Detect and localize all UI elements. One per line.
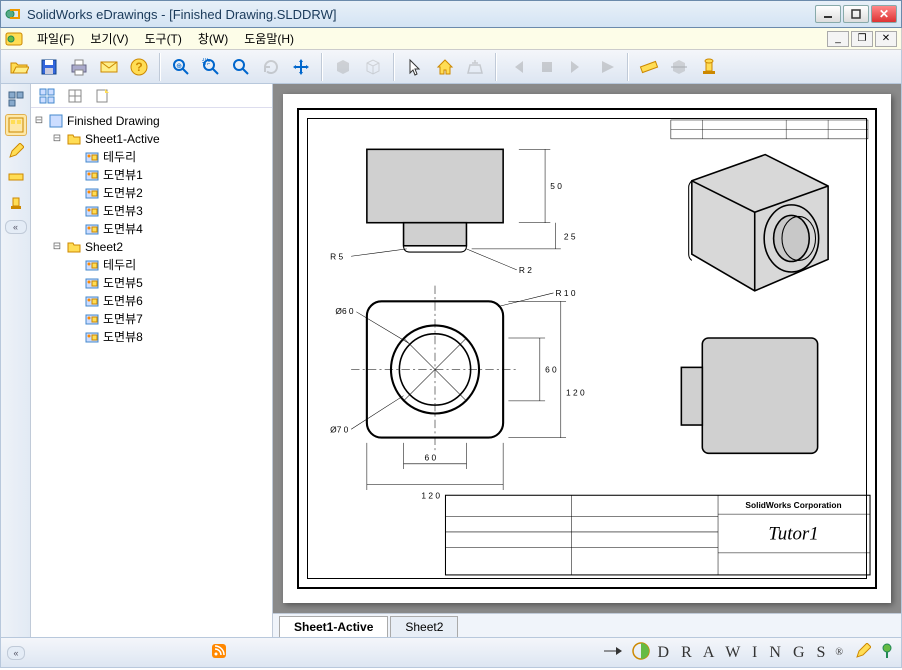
- tree-sheet2[interactable]: ⊟ Sheet2: [51, 238, 270, 256]
- status-pencil-icon[interactable]: [855, 643, 871, 662]
- stamp-button[interactable]: [695, 53, 723, 81]
- view-icon: [84, 329, 100, 345]
- tab-sheet2[interactable]: Sheet2: [390, 616, 458, 637]
- stamp2-icon[interactable]: [5, 192, 27, 214]
- pan-button[interactable]: [287, 53, 315, 81]
- tree-item[interactable]: 테두리: [69, 148, 270, 166]
- select-button[interactable]: [401, 53, 429, 81]
- left-toolstrip: «: [1, 84, 31, 637]
- mass-button[interactable]: [461, 53, 489, 81]
- tree-sheet-icon[interactable]: [65, 86, 85, 106]
- folder-icon: [66, 239, 82, 255]
- minimize-button[interactable]: [815, 5, 841, 23]
- tree-toolbar: [31, 84, 272, 108]
- mdi-close-button[interactable]: ✕: [875, 31, 897, 47]
- tree-item[interactable]: 도면뷰2: [69, 184, 270, 202]
- last-button[interactable]: [563, 53, 591, 81]
- mail-button[interactable]: [95, 53, 123, 81]
- tree-item[interactable]: 도면뷰7: [69, 310, 270, 328]
- tree-new-icon[interactable]: [93, 86, 113, 106]
- twisty-icon[interactable]: ⊟: [33, 112, 45, 130]
- measure-button[interactable]: [635, 53, 663, 81]
- shaded-button[interactable]: [329, 53, 357, 81]
- collapse-strip-button[interactable]: «: [5, 220, 27, 234]
- view-icon: [84, 185, 100, 201]
- tab-sheet1[interactable]: Sheet1-Active: [279, 616, 388, 637]
- tree-item[interactable]: 테두리: [69, 256, 270, 274]
- canvas-area: 5 0 2 5 R 5 R 2: [273, 84, 901, 637]
- pencil-icon[interactable]: [5, 140, 27, 162]
- zoom-fit-button[interactable]: ⊕: [167, 53, 195, 81]
- zoom-button[interactable]: [227, 53, 255, 81]
- view-icon: [84, 293, 100, 309]
- rss-icon[interactable]: [212, 644, 226, 661]
- view-icon: [84, 167, 100, 183]
- view-icon: [84, 203, 100, 219]
- close-button[interactable]: ✕: [871, 5, 897, 23]
- drawing-icon: [48, 113, 64, 129]
- feature-tree: ⊟ Finished Drawing ⊟ Sheet1-Active 테두리도면…: [31, 108, 272, 637]
- tree-item[interactable]: 도면뷰3: [69, 202, 270, 220]
- brand-text: D R A W I N G S®: [658, 644, 847, 662]
- tree-view-icon[interactable]: [37, 86, 57, 106]
- arrow-icon: [604, 645, 624, 660]
- view-icon: [84, 275, 100, 291]
- components-icon[interactable]: [5, 88, 27, 110]
- view-icon: [84, 311, 100, 327]
- menu-file[interactable]: 파일(F): [29, 28, 82, 49]
- play-button[interactable]: [593, 53, 621, 81]
- main-area: « ⊟ Finished Drawing ⊟ Sheet1-Active 테두리…: [0, 84, 902, 638]
- brand-logo-icon: [632, 642, 650, 663]
- view-icon: [84, 257, 100, 273]
- drawing-viewport[interactable]: 5 0 2 5 R 5 R 2: [273, 84, 901, 613]
- wireframe-button[interactable]: [359, 53, 387, 81]
- view-icon: [84, 221, 100, 237]
- twisty-icon[interactable]: ⊟: [51, 130, 63, 148]
- maximize-button[interactable]: [843, 5, 869, 23]
- tree-root[interactable]: ⊟ Finished Drawing: [33, 112, 270, 130]
- menu-tools[interactable]: 도구(T): [136, 28, 189, 49]
- svg-text:⊕: ⊕: [176, 63, 182, 70]
- folder-icon: [66, 131, 82, 147]
- tree-item[interactable]: 도면뷰4: [69, 220, 270, 238]
- print-button[interactable]: [65, 53, 93, 81]
- status-expand-button[interactable]: «: [7, 646, 25, 660]
- ruler-icon[interactable]: [5, 166, 27, 188]
- help-button[interactable]: ?: [125, 53, 153, 81]
- svg-text:?: ?: [135, 60, 142, 74]
- sheet-tabs: Sheet1-Active Sheet2: [273, 613, 901, 637]
- first-button[interactable]: [503, 53, 531, 81]
- view-icon: [84, 149, 100, 165]
- section-button[interactable]: [665, 53, 693, 81]
- twisty-icon[interactable]: ⊟: [51, 238, 63, 256]
- tree-panel: ⊟ Finished Drawing ⊟ Sheet1-Active 테두리도면…: [31, 84, 273, 637]
- tree-item[interactable]: 도면뷰5: [69, 274, 270, 292]
- tree-item[interactable]: 도면뷰8: [69, 328, 270, 346]
- statusbar: « D R A W I N G S®: [0, 638, 902, 668]
- menu-view[interactable]: 보기(V): [82, 28, 136, 49]
- tree-sheet1[interactable]: ⊟ Sheet1-Active: [51, 130, 270, 148]
- menubar: 파일(F) 보기(V) 도구(T) 창(W) 도움말(H) _ ❐ ✕: [0, 28, 902, 50]
- window-title: SolidWorks eDrawings - [Finished Drawing…: [27, 7, 813, 22]
- rotate-button[interactable]: [257, 53, 285, 81]
- mdi-restore-button[interactable]: ❐: [851, 31, 873, 47]
- open-button[interactable]: [5, 53, 33, 81]
- drawing-sheet: 5 0 2 5 R 5 R 2: [283, 94, 891, 603]
- menu-window[interactable]: 창(W): [190, 28, 236, 49]
- app-icon: [5, 6, 21, 22]
- tree-item[interactable]: 도면뷰6: [69, 292, 270, 310]
- stop-button[interactable]: [533, 53, 561, 81]
- tree-layout-icon[interactable]: [5, 114, 27, 136]
- menu-help[interactable]: 도움말(H): [236, 28, 302, 49]
- zoom-area-button[interactable]: [197, 53, 225, 81]
- titlebar: SolidWorks eDrawings - [Finished Drawing…: [0, 0, 902, 28]
- tree-item[interactable]: 도면뷰1: [69, 166, 270, 184]
- home-button[interactable]: [431, 53, 459, 81]
- status-pin-icon[interactable]: [879, 643, 895, 662]
- mdi-minimize-button[interactable]: _: [827, 31, 849, 47]
- save-button[interactable]: [35, 53, 63, 81]
- doc-icon: [5, 32, 23, 46]
- toolbar: ? ⊕: [0, 50, 902, 84]
